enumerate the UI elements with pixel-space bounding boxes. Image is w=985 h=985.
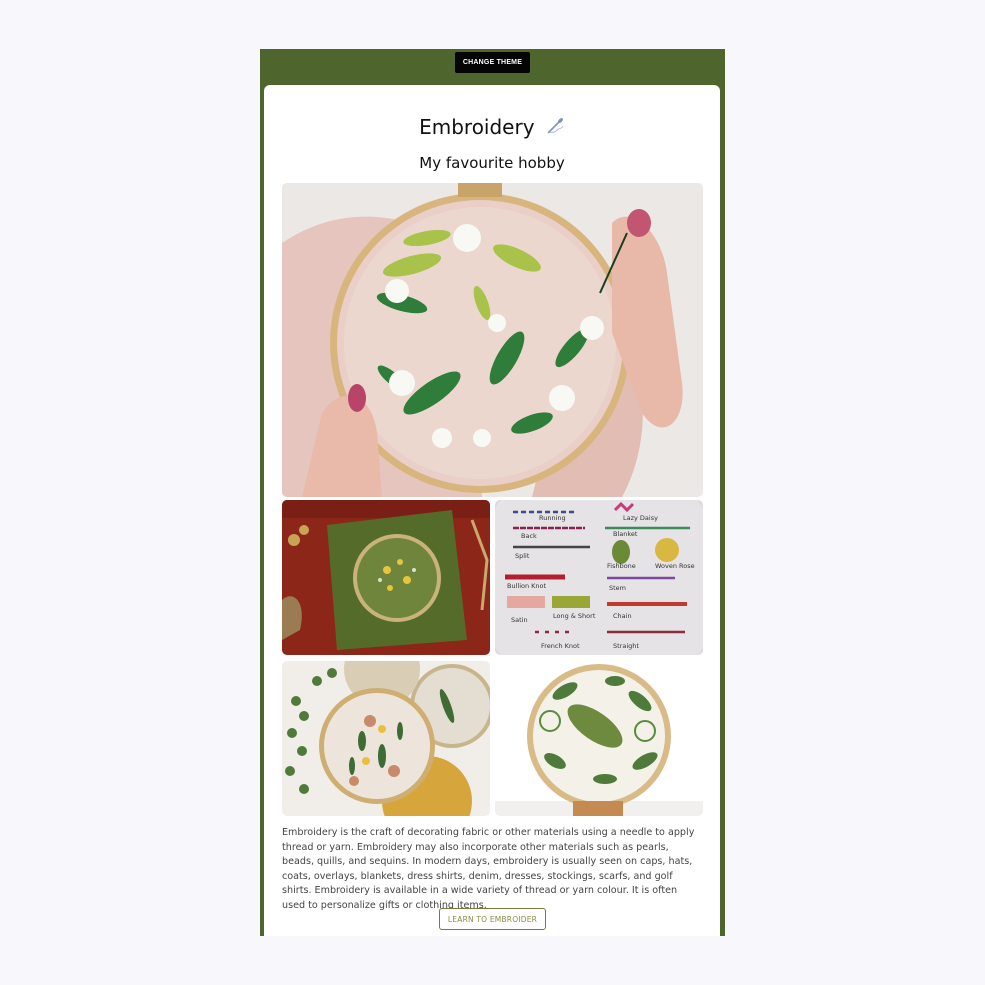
stitch-label: Straight — [613, 642, 639, 650]
stitch-label: Stem — [609, 584, 626, 592]
hoop-embroidery-photo — [282, 183, 703, 497]
stitch-label: Chain — [613, 612, 632, 620]
stitch-label: Running — [539, 514, 566, 522]
page-title: Embroidery — [419, 115, 535, 139]
stitch-label: Blanket — [613, 530, 638, 538]
page-title-row: Embroidery — [264, 115, 720, 141]
hobby-description: Embroidery is the craft of decorating fa… — [282, 827, 695, 911]
stitch-sampler-photo: Running Lazy Daisy Back Blanket Split Fi… — [495, 500, 703, 655]
change-theme-button[interactable]: CHANGE THEME — [455, 52, 530, 73]
stitch-label: Long & Short — [553, 612, 596, 620]
learn-to-embroider-button[interactable]: LEARN TO EMBROIDER — [439, 908, 546, 930]
stitch-label: Split — [515, 552, 530, 560]
monstera-hoop-photo — [495, 661, 703, 816]
page-subtitle: My favourite hobby — [419, 154, 565, 172]
stitch-label: Lazy Daisy — [623, 514, 658, 522]
stitch-label: Satin — [511, 616, 528, 624]
stitch-label: Back — [521, 532, 537, 540]
stitch-label: Bullion Knot — [507, 582, 547, 590]
green-fabric-hoop-photo — [282, 500, 490, 655]
botanical-hoops-photo — [282, 661, 490, 816]
stitch-label: Woven Rose — [655, 562, 695, 570]
needle-icon — [545, 116, 565, 141]
stitch-label: Fishbone — [607, 562, 636, 570]
theme-frame: CHANGE THEME Embroidery My favourite hob… — [260, 49, 725, 936]
stitch-label: French Knot — [541, 642, 580, 650]
content-card: Embroidery My favourite hobby Running La… — [264, 85, 720, 936]
